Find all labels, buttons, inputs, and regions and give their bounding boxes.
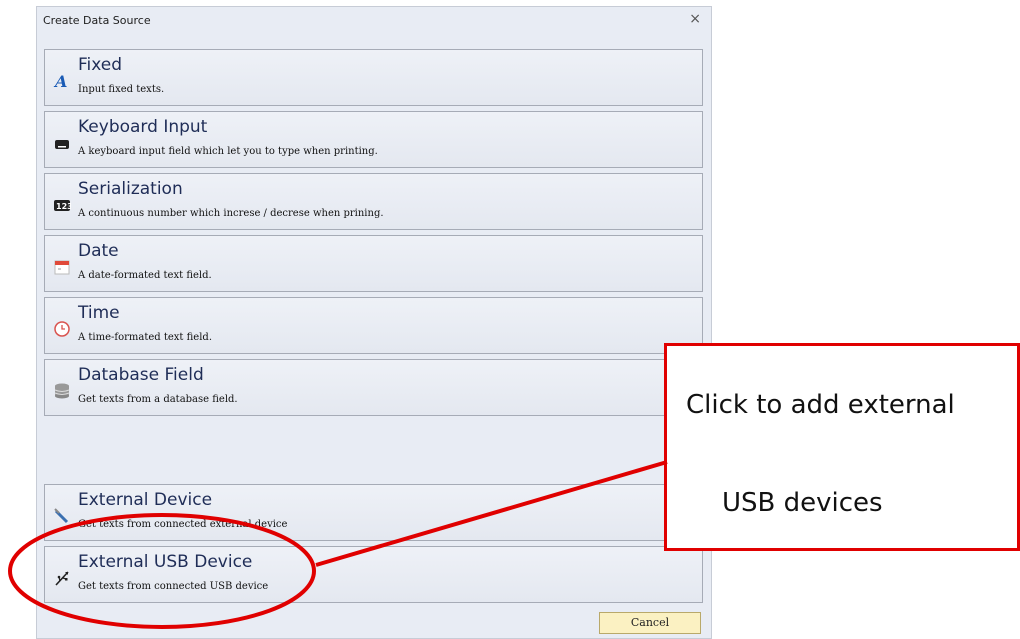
dialog-title: Create Data Source [43, 14, 151, 27]
annotation-text-line1: Click to add external [686, 390, 955, 420]
database-icon [53, 382, 71, 400]
svg-text:A: A [53, 72, 67, 90]
source-item-description: Input fixed texts. [78, 84, 165, 95]
source-item-label: Keyboard Input [78, 117, 208, 137]
usb-icon [53, 569, 71, 587]
create-data-source-dialog: Create Data Source × A Fixed Input fixed… [36, 6, 712, 639]
close-icon[interactable]: × [689, 11, 701, 27]
source-item-time[interactable]: Time A time-formated text field. [44, 297, 703, 354]
cancel-button[interactable]: Cancel [599, 612, 701, 634]
source-item-fixed[interactable]: A Fixed Input fixed texts. [44, 49, 703, 106]
source-item-description: A date-formated text field. [78, 270, 212, 281]
source-item-label: External Device [78, 490, 213, 510]
source-item-database-field[interactable]: Database Field Get texts from a database… [44, 359, 703, 416]
source-item-date[interactable]: Date A date-formated text field. [44, 235, 703, 292]
serial-number-icon: 123 [53, 196, 73, 214]
source-item-label: External USB Device [78, 552, 253, 572]
source-item-description: A keyboard input field which let you to … [78, 146, 378, 157]
text-a-icon: A [53, 72, 71, 91]
source-item-keyboard-input[interactable]: Keyboard Input A keyboard input field wh… [44, 111, 703, 168]
calendar-icon [53, 258, 71, 276]
clock-icon [53, 320, 71, 338]
source-item-external-device[interactable]: External Device Get texts from connected… [44, 484, 703, 541]
source-item-description: A time-formated text field. [78, 332, 212, 343]
source-item-serialization[interactable]: 123 Serialization A continuous number wh… [44, 173, 703, 230]
source-item-label: Serialization [78, 179, 183, 199]
source-item-description: Get texts from connected external device [78, 519, 288, 530]
svg-text:123: 123 [56, 202, 71, 211]
keyboard-icon [53, 134, 71, 152]
source-item-label: Database Field [78, 365, 204, 385]
source-item-label: Fixed [78, 55, 123, 75]
source-item-description: A continuous number which increse / decr… [78, 208, 384, 219]
source-item-description: Get texts from a database field. [78, 394, 238, 405]
annotation-callout: Click to add external USB devices [664, 343, 1020, 551]
annotation-text-line2: USB devices [722, 488, 883, 518]
dialog-titlebar: Create Data Source × [37, 7, 711, 33]
source-item-label: Time [78, 303, 120, 323]
source-item-label: Date [78, 241, 119, 261]
source-item-external-usb-device[interactable]: External USB Device Get texts from conne… [44, 546, 703, 603]
external-device-icon [53, 507, 71, 525]
source-item-description: Get texts from connected USB device [78, 581, 269, 592]
